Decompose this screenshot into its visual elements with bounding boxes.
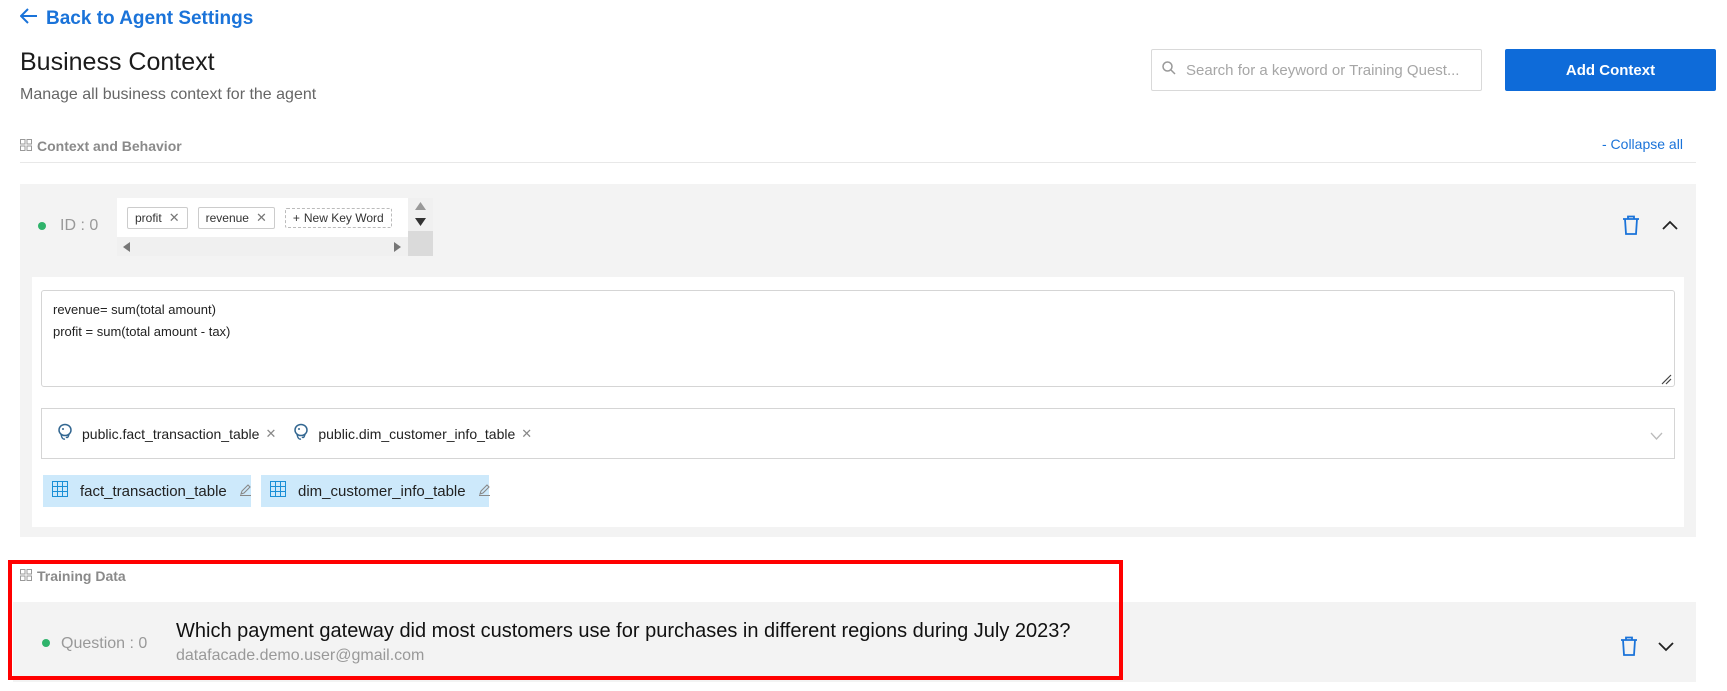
keyword-tag-label: revenue [205, 210, 249, 225]
close-icon[interactable]: ✕ [521, 426, 532, 442]
selected-table-label: public.fact_transaction_table [82, 425, 260, 442]
close-icon[interactable]: ✕ [265, 426, 276, 442]
back-link-label: Back to Agent Settings [46, 8, 254, 29]
keyword-tag: revenue ✕ [197, 206, 275, 229]
context-section-header: Context and Behavior [20, 138, 182, 154]
close-icon[interactable]: ✕ [169, 210, 180, 226]
status-dot [38, 222, 46, 230]
scroll-right-arrow-icon[interactable] [394, 242, 402, 252]
trash-icon[interactable] [1620, 636, 1638, 656]
context-id-label: ID : 0 [60, 217, 99, 234]
scrollbar-thumb[interactable] [408, 231, 433, 256]
edit-icon[interactable] [239, 483, 252, 500]
edit-icon[interactable] [478, 483, 491, 500]
search-input[interactable] [1184, 60, 1471, 80]
tables-select[interactable]: public.fact_transaction_table ✕ public.d… [41, 408, 1675, 459]
keyword-tag: profit ✕ [127, 206, 188, 229]
close-icon[interactable]: ✕ [256, 210, 267, 226]
new-keyword-button[interactable]: + New Key Word [284, 207, 392, 228]
new-keyword-label: New Key Word [303, 210, 384, 225]
table-chip-label: dim_customer_info_table [298, 482, 466, 500]
divider [20, 162, 1696, 163]
plus-icon: + [292, 210, 300, 225]
page-subtitle: Manage all business context for the agen… [20, 86, 317, 103]
search-icon [1162, 60, 1176, 80]
postgres-icon [56, 423, 74, 444]
vertical-scrollbar[interactable] [408, 198, 433, 256]
keyword-tags: profit ✕ revenue ✕ + New Key Word [117, 198, 408, 237]
postgres-icon [292, 423, 310, 444]
chevron-down-icon[interactable] [1650, 427, 1663, 445]
back-to-agent-settings-link[interactable]: Back to Agent Settings [19, 8, 254, 30]
resize-handle-icon[interactable] [1661, 374, 1672, 385]
add-context-button[interactable]: Add Context [1505, 49, 1716, 91]
trash-icon[interactable] [1622, 215, 1640, 235]
chevron-up-icon[interactable] [1662, 220, 1678, 230]
scroll-up-arrow-icon[interactable] [415, 202, 426, 210]
horizontal-scrollbar[interactable] [117, 237, 408, 256]
table-chip[interactable]: fact_transaction_table [43, 475, 251, 507]
scroll-left-arrow-icon[interactable] [123, 242, 131, 252]
arrow-left-icon [19, 8, 38, 30]
scroll-down-arrow-icon[interactable] [415, 218, 426, 226]
search-box [1151, 49, 1482, 91]
keyword-tag-label: profit [135, 210, 162, 225]
page-title: Business Context [20, 48, 215, 76]
table-chip[interactable]: dim_customer_info_table [261, 475, 491, 507]
collapse-all-link[interactable]: - Collapse all [1602, 136, 1683, 152]
selected-table: public.dim_customer_info_table ✕ [292, 423, 532, 444]
selected-table: public.fact_transaction_table ✕ [56, 423, 276, 444]
selected-table-label: public.dim_customer_info_table [318, 425, 516, 442]
table-chip-label: fact_transaction_table [80, 482, 227, 500]
context-definition-textarea[interactable]: revenue= sum(total amount) profit = sum(… [41, 290, 1675, 387]
grid-icon [20, 138, 32, 154]
context-section-title: Context and Behavior [37, 138, 182, 154]
chevron-down-icon[interactable] [1658, 642, 1674, 652]
table-icon [270, 481, 286, 501]
table-icon [52, 481, 68, 501]
highlight-box [8, 560, 1123, 680]
